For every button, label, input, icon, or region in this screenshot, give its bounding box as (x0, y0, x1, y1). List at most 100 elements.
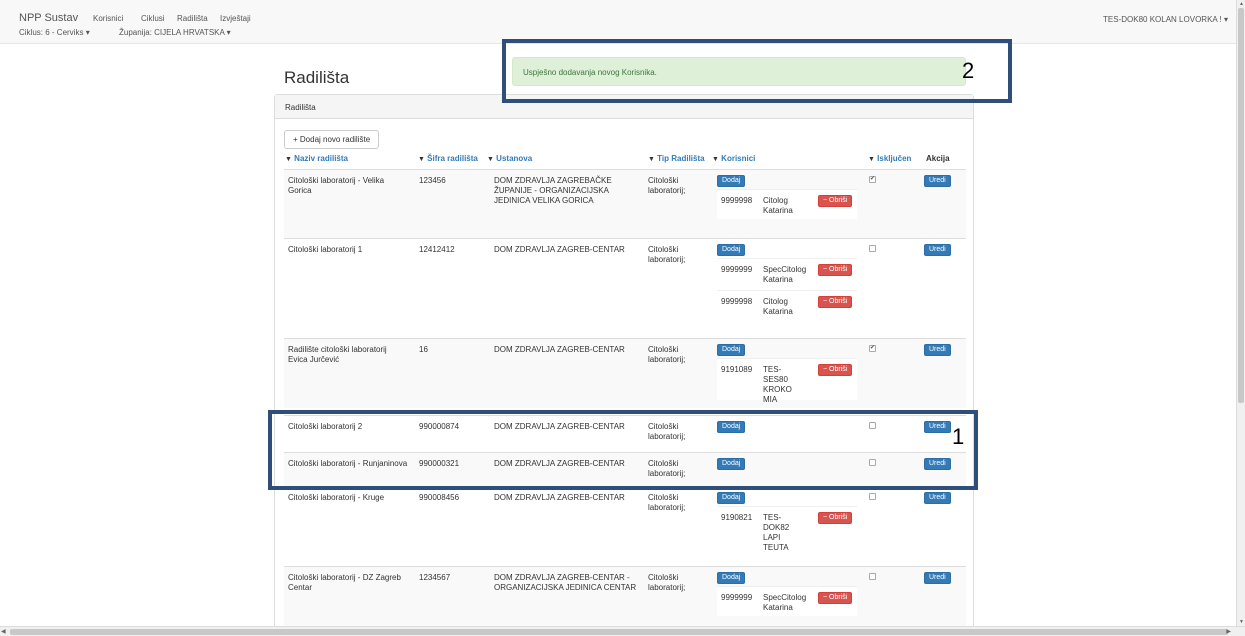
col-ustanova-header[interactable]: ▼ Ustanova (487, 154, 532, 163)
cell-sifra: 16 (419, 345, 428, 354)
ciklus-dropdown[interactable]: Ciklus: 6 - Cerviks ▾ (19, 28, 90, 37)
user-name: Citolog Katarina (763, 196, 793, 215)
dodaj-korisnik-button[interactable]: Dodaj (717, 175, 746, 187)
cell-tip: Citološki laboratorij; (648, 345, 686, 364)
filter-icon[interactable]: ▼ (868, 156, 875, 163)
col-akcija-header: Akcija (926, 154, 950, 163)
cell-naziv: Citološki laboratorij - Velika Gorica (288, 176, 385, 195)
scroll-up-icon[interactable]: ▲ (1237, 0, 1245, 8)
table-row: Citološki laboratorij 1 12412412 DOM ZDR… (284, 238, 966, 338)
user-id: 9999999 (721, 593, 753, 602)
filter-icon[interactable]: ▼ (712, 156, 719, 163)
uredi-button[interactable]: Uredi (924, 244, 951, 256)
scroll-left-icon[interactable]: ◀ (1, 627, 6, 636)
caret-down-icon: ▾ (85, 28, 90, 37)
iskljucen-checkbox[interactable] (869, 573, 876, 580)
col-korisnici-header[interactable]: ▼ Korisnici (712, 154, 755, 163)
horizontal-scrollbar[interactable]: ◀ ▶ (0, 626, 1245, 636)
scrollbar-thumb[interactable] (1238, 8, 1244, 403)
user-id: 9999998 (721, 196, 753, 205)
iskljucen-checkbox[interactable]: ✔ (869, 345, 876, 352)
dodaj-korisnik-button[interactable]: Dodaj (717, 572, 746, 584)
user-card: 9191089 TES-SES80 KROKO MIA − Obriši (717, 358, 857, 404)
table-row: Radilište citološki laboratorij Evica Ju… (284, 338, 966, 408)
table-row: Citološki laboratorij - Kruge 990008456 … (284, 486, 966, 566)
cell-naziv: Citološki laboratorij - Kruge (288, 493, 385, 502)
cell-ustanova: DOM ZDRAVLJA ZAGREB-CENTAR (494, 493, 625, 502)
callout-box-1 (268, 410, 978, 490)
cell-tip: Citološki laboratorij; (648, 493, 686, 512)
col-tip-header[interactable]: ▼ Tip Radilišta (648, 154, 705, 163)
scrollbar-thumb[interactable] (10, 629, 1228, 635)
cell-sifra: 123456 (419, 176, 446, 185)
user-id: 9999999 (721, 265, 753, 274)
cell-sifra: 1234567 (419, 573, 451, 582)
scroll-right-icon[interactable]: ▶ (1226, 627, 1231, 636)
callout-box-2 (502, 39, 1012, 103)
brand-link[interactable]: NPP Sustav (19, 12, 78, 24)
cell-tip: Citološki laboratorij; (648, 176, 686, 195)
uredi-button[interactable]: Uredi (924, 344, 951, 356)
iskljucen-checkbox[interactable]: ✔ (869, 176, 876, 183)
scroll-down-icon[interactable]: ▼ (1237, 618, 1245, 626)
user-menu[interactable]: TES-DOK80 KOLAN LOVORKA ! ▾ (1103, 15, 1228, 24)
caret-down-icon: ▾ (226, 28, 231, 37)
col-naziv-header[interactable]: ▼ Naziv radilišta (285, 154, 348, 163)
caret-down-icon: ▾ (1223, 15, 1228, 24)
nav-izvjestaji[interactable]: Izvještaji (220, 14, 251, 23)
cell-naziv: Radilište citološki laboratorij Evica Ju… (288, 345, 387, 364)
user-card: 9999999 SpecCitolog Katarina − Obriši (717, 258, 857, 288)
user-card: 9999998 Citolog Katarina − Obriši (717, 290, 857, 320)
cell-ustanova: DOM ZDRAVLJA ZAGREB-CENTAR (494, 245, 625, 254)
iskljucen-checkbox[interactable] (869, 245, 876, 252)
nav-radilista[interactable]: Radilišta (177, 14, 208, 23)
user-name: Citolog Katarina (763, 297, 793, 316)
filter-icon[interactable]: ▼ (648, 156, 655, 163)
obrisi-button[interactable]: − Obriši (818, 364, 853, 376)
user-name: TES-SES80 KROKO MIA (763, 365, 792, 404)
cell-naziv: Citološki laboratorij - DZ Zagreb Centar (288, 573, 401, 592)
dodaj-korisnik-button[interactable]: Dodaj (717, 344, 746, 356)
user-name: SpecCitolog Katarina (763, 265, 807, 284)
cell-ustanova: DOM ZDRAVLJA ZAGREB-CENTAR - ORGANIZACIJ… (494, 573, 637, 592)
cell-sifra: 12412412 (419, 245, 455, 254)
top-navbar: NPP Sustav Korisnici Ciklusi Radilišta I… (0, 0, 1236, 44)
user-id: 9191089 (721, 365, 753, 374)
uredi-button[interactable]: Uredi (924, 492, 951, 504)
cell-tip: Citološki laboratorij; (648, 573, 686, 592)
obrisi-button[interactable]: − Obriši (818, 296, 853, 308)
cell-naziv: Citološki laboratorij 1 (288, 245, 363, 254)
nav-ciklusi[interactable]: Ciklusi (141, 14, 165, 23)
zupanija-dropdown[interactable]: Županija: CIJELA HRVATSKA ▾ (119, 28, 231, 37)
table-row: Citološki laboratorij - DZ Zagreb Centar… (284, 566, 966, 634)
vertical-scrollbar[interactable]: ▲ ▼ (1236, 0, 1245, 626)
nav-korisnici[interactable]: Korisnici (93, 14, 123, 23)
user-id: 9999998 (721, 297, 753, 306)
cell-ustanova: DOM ZDRAVLJA ZAGREB-CENTAR (494, 345, 625, 354)
dodaj-korisnik-button[interactable]: Dodaj (717, 244, 746, 256)
callout-number-1: 1 (952, 424, 965, 449)
uredi-button[interactable]: Uredi (924, 175, 951, 187)
filter-icon[interactable]: ▼ (418, 156, 425, 163)
col-sifra-header[interactable]: ▼ Šifra radilišta (418, 154, 478, 163)
page-title: Radilišta (284, 68, 350, 87)
uredi-button[interactable]: Uredi (924, 572, 951, 584)
obrisi-button[interactable]: − Obriši (818, 264, 853, 276)
user-id: 9190821 (721, 513, 753, 522)
obrisi-button[interactable]: − Obriši (818, 195, 853, 207)
iskljucen-checkbox[interactable] (869, 493, 876, 500)
callout-number-2: 2 (962, 58, 975, 83)
cell-ustanova: DOM ZDRAVLJA ZAGREBAČKE ŽUPANIJE - ORGAN… (494, 176, 612, 205)
user-card: 9190821 TES-DOK82 LAPI TEUTA − Obriši (717, 506, 857, 552)
cell-tip: Citološki laboratorij; (648, 245, 686, 264)
obrisi-button[interactable]: − Obriši (818, 592, 853, 604)
user-name: TES-DOK82 LAPI TEUTA (763, 513, 790, 552)
user-card: 9999998 Citolog Katarina − Obriši (717, 189, 857, 219)
table-row: Citološki laboratorij - Velika Gorica 12… (284, 169, 966, 238)
filter-icon[interactable]: ▼ (285, 156, 292, 163)
filter-icon[interactable]: ▼ (487, 156, 494, 163)
add-radiliste-button[interactable]: + Dodaj novo radilište (284, 130, 380, 149)
col-iskljucen-header[interactable]: ▼ Isključen (868, 154, 911, 163)
dodaj-korisnik-button[interactable]: Dodaj (717, 492, 746, 504)
obrisi-button[interactable]: − Obriši (818, 512, 853, 524)
